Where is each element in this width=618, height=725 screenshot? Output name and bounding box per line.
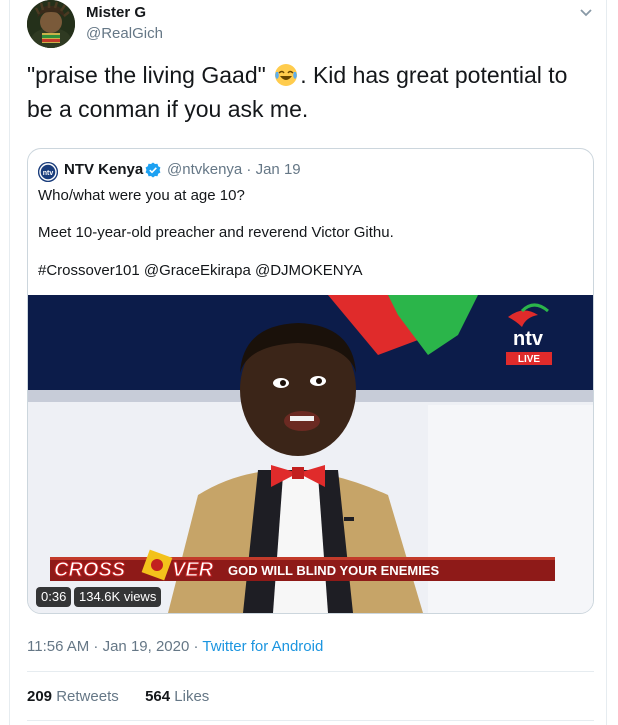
author-avatar[interactable]	[27, 0, 75, 48]
divider	[27, 671, 594, 672]
author-handle[interactable]: @RealGich	[86, 25, 163, 42]
tweet-timestamp[interactable]: 11:56 AM · Jan 19, 2020 · Twitter for An…	[27, 638, 323, 655]
tweet-text: "praise the living Gaad" . Kid has great…	[27, 60, 587, 124]
show-logo-part2: VER	[172, 559, 214, 581]
video-player[interactable]: ntv LIVE CROSS VER GOD WILL BLIND YOUR E…	[28, 295, 593, 613]
tweet-source-link[interactable]: Twitter for Android	[202, 638, 323, 655]
video-duration: 0:36	[36, 587, 72, 607]
quoted-text-line-1: Who/what were you at age 10?	[38, 187, 245, 204]
live-badge: LIVE	[518, 354, 541, 365]
video-views: 134.6K views	[74, 587, 162, 607]
ntv-logo-text: ntv	[513, 328, 544, 350]
quoted-author-name[interactable]: NTV Kenya	[64, 161, 143, 178]
ntv-avatar[interactable]: ntv	[38, 162, 58, 182]
tweet-text-part1: "praise the living Gaad"	[27, 62, 266, 88]
svg-text:ntv: ntv	[43, 170, 54, 177]
retweets-stat[interactable]: 209 Retweets	[27, 688, 119, 705]
quoted-tweet[interactable]: ntv NTV Kenya @ntvkenya · Jan 19 Who/wha…	[27, 148, 594, 614]
likes-count: 564	[145, 688, 171, 705]
retweets-count: 209	[27, 688, 53, 705]
ticker-text: GOD WILL BLIND YOUR ENEMIES	[228, 563, 439, 578]
retweets-label: Retweets	[56, 688, 119, 705]
tweet-stats: 209 Retweets 564 Likes	[27, 688, 209, 705]
author-name[interactable]: Mister G	[86, 4, 146, 21]
quoted-text-line-2: Meet 10-year-old preacher and reverend V…	[38, 224, 394, 241]
chevron-down-icon[interactable]	[578, 6, 594, 20]
divider	[27, 720, 594, 721]
likes-label: Likes	[174, 688, 210, 705]
quoted-meta[interactable]: @ntvkenya · Jan 19	[167, 161, 301, 178]
verified-badge-icon	[145, 162, 161, 178]
timestamp-text[interactable]: 11:56 AM · Jan 19, 2020 ·	[27, 638, 202, 655]
tears-of-joy-emoji-icon	[274, 63, 298, 94]
show-logo-part1: CROSS	[54, 559, 126, 581]
quoted-text-line-3[interactable]: #Crossover101 @GraceEkirapa @DJMOKENYA	[38, 262, 362, 279]
likes-stat[interactable]: 564 Likes	[145, 688, 209, 705]
